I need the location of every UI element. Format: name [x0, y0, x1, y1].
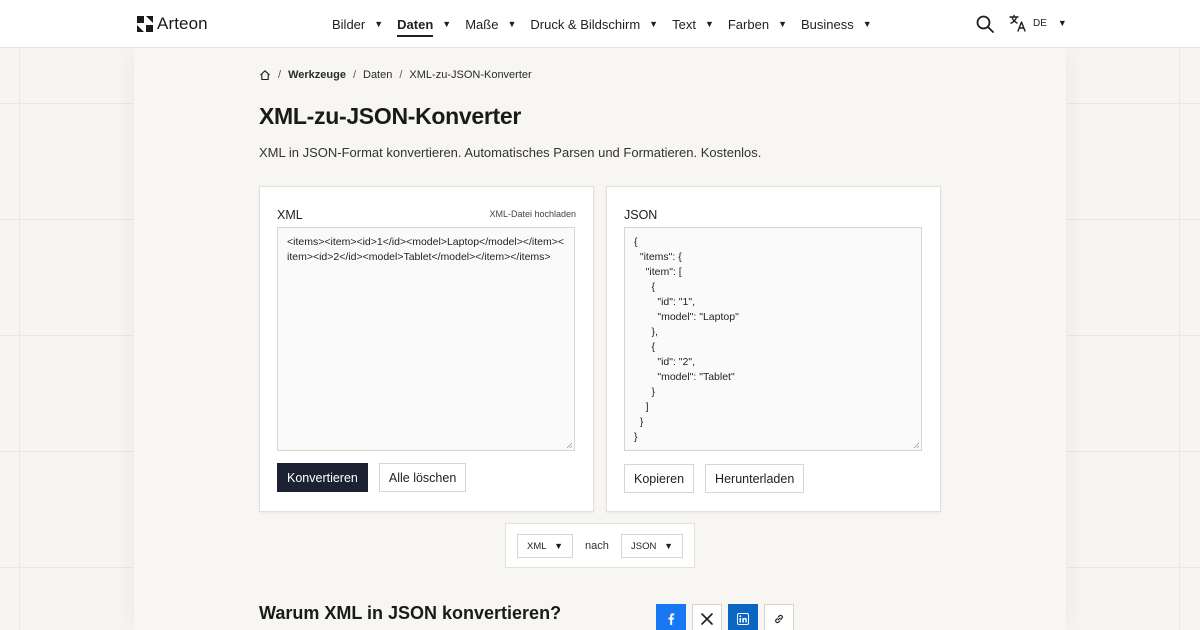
x-icon: [701, 613, 713, 625]
resize-grip-icon[interactable]: [566, 442, 573, 449]
xml-panel-label: XML: [277, 208, 303, 222]
breadcrumb-link-daten[interactable]: Daten: [363, 69, 392, 81]
nav-item-druck-bildschirm[interactable]: Druck & Bildschirm ▼: [530, 0, 658, 48]
nav-item-label: Business: [800, 16, 854, 32]
nav-item-label: Druck & Bildschirm: [530, 16, 641, 32]
caret-down-icon: ▼: [442, 19, 452, 29]
nav-item-label: Maße: [465, 16, 499, 32]
brand-name: Arteon: [157, 14, 208, 33]
caret-down-icon: ▼: [704, 19, 714, 29]
arteon-logo-icon: [137, 16, 153, 32]
breadcrumb-separator: /: [278, 69, 282, 81]
main-nav: Bilder ▼ Daten ▼ Maße ▼ Druck & Bildschi…: [332, 0, 886, 48]
caret-down-icon: ▼: [554, 541, 563, 551]
target-format-value: JSON: [631, 540, 657, 552]
breadcrumb-separator: /: [399, 69, 403, 81]
nav-item-text[interactable]: Text ▼: [672, 0, 714, 48]
caret-down-icon: ▼: [1057, 18, 1067, 28]
breadcrumb: / Werkzeuge / Daten / XML-zu-JSON-Konver…: [259, 69, 532, 81]
json-panel-label: JSON: [624, 208, 658, 222]
resize-grip-icon[interactable]: [913, 442, 920, 449]
breadcrumb-separator: /: [352, 69, 356, 81]
nav-item-farben[interactable]: Farben ▼: [728, 0, 787, 48]
caret-down-icon: ▼: [778, 19, 787, 29]
target-format-select[interactable]: JSON ▼: [621, 534, 683, 558]
page-description: XML in JSON-Format konvertieren. Automat…: [259, 145, 762, 160]
main-content: / Werkzeuge / Daten / XML-zu-JSON-Konver…: [134, 48, 1066, 630]
json-output-panel: JSON { "items": { "item": [ { "id": "1",…: [606, 186, 941, 512]
nav-item-label: Farben: [727, 16, 770, 32]
language-selector[interactable]: DE ▼: [1009, 14, 1067, 32]
nav-item-masse[interactable]: Maße ▼: [465, 0, 516, 48]
clear-all-button[interactable]: Alle löschen: [378, 463, 467, 492]
breadcrumb-current: XML-zu-JSON-Konverter: [409, 69, 532, 81]
json-action-buttons: Kopieren Herunterladen: [624, 464, 805, 493]
search-button[interactable]: [975, 14, 995, 34]
linkedin-icon: [737, 613, 749, 625]
download-button[interactable]: Herunterladen: [705, 464, 805, 493]
page-title: XML-zu-JSON-Konverter: [259, 103, 522, 129]
share-facebook-button[interactable]: [656, 604, 686, 630]
xml-input-textarea[interactable]: <items><item><id>1</id><model>Laptop</mo…: [277, 227, 575, 451]
nav-item-business[interactable]: Business ▼: [801, 0, 872, 48]
site-header: Arteon Bilder ▼ Daten ▼ Maße ▼ Druck & B…: [0, 0, 1200, 48]
xml-action-buttons: Konvertieren Alle löschen: [277, 463, 467, 492]
share-x-button[interactable]: [692, 604, 722, 630]
xml-input-panel: XML XML-Datei hochladen <items><item><id…: [259, 186, 594, 512]
facebook-icon: [668, 613, 675, 625]
caret-down-icon: ▼: [862, 19, 872, 29]
format-selector-bar: XML ▼ nach JSON ▼: [505, 523, 695, 568]
home-icon[interactable]: [259, 69, 271, 81]
json-output-textarea[interactable]: { "items": { "item": [ { "id": "1", "mod…: [624, 227, 922, 451]
upload-xml-link[interactable]: XML-Datei hochladen: [489, 209, 576, 219]
nav-item-label: Daten: [397, 17, 434, 37]
caret-down-icon: ▼: [507, 19, 517, 29]
link-icon: [775, 614, 783, 624]
share-linkedin-button[interactable]: [728, 604, 758, 630]
translate-icon: [1009, 14, 1026, 32]
copy-button[interactable]: Kopieren: [624, 464, 695, 493]
breadcrumb-link-werkzeuge[interactable]: Werkzeuge: [288, 69, 346, 81]
convert-button[interactable]: Konvertieren: [277, 463, 368, 492]
language-code: DE: [1033, 17, 1047, 29]
source-format-value: XML: [527, 540, 547, 552]
brand-logo[interactable]: Arteon: [137, 14, 208, 34]
section-title: Warum XML in JSON konvertieren?: [259, 603, 562, 623]
caret-down-icon: ▼: [649, 19, 659, 29]
nav-item-daten[interactable]: Daten ▼: [397, 0, 451, 48]
copy-link-button[interactable]: [764, 604, 794, 630]
nav-item-label: Text: [672, 16, 696, 32]
format-connector: nach: [585, 540, 609, 552]
source-format-select[interactable]: XML ▼: [517, 534, 573, 558]
search-icon: [976, 15, 994, 33]
nav-item-label: Bilder: [332, 16, 366, 32]
nav-item-bilder[interactable]: Bilder ▼: [332, 0, 383, 48]
caret-down-icon: ▼: [664, 541, 673, 551]
caret-down-icon: ▼: [374, 19, 384, 29]
